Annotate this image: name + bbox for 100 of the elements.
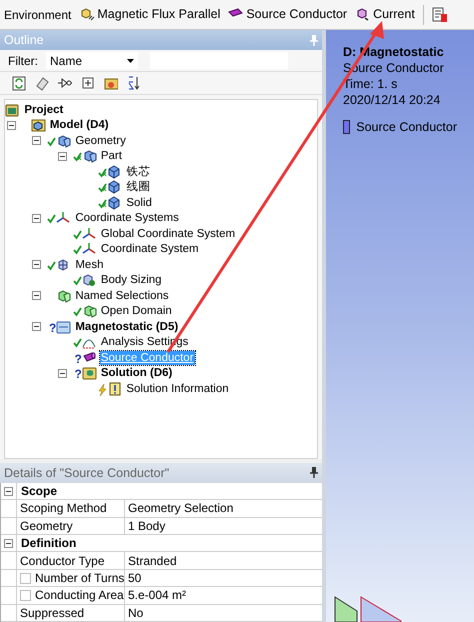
tree-item[interactable]: Coordinate System xyxy=(100,242,200,256)
filter-dropdown[interactable]: Name xyxy=(46,52,138,69)
checkbox[interactable] xyxy=(20,572,31,584)
status-mark: ? xyxy=(74,352,82,365)
minus-icon xyxy=(8,122,14,128)
caret-icon xyxy=(127,58,134,62)
info-icon xyxy=(107,382,122,396)
section-header: Definition xyxy=(16,535,322,552)
minus-icon xyxy=(6,540,11,546)
property-value: No xyxy=(127,604,144,621)
pin-icon xyxy=(310,34,318,46)
expander-toggle[interactable] xyxy=(4,538,13,548)
property-value: Stranded xyxy=(127,552,178,569)
property-value: 1 Body xyxy=(127,518,166,534)
expander-toggle[interactable] xyxy=(32,260,42,270)
expander-toggle[interactable] xyxy=(32,291,42,300)
minus-icon xyxy=(34,138,40,144)
tree-item[interactable]: Model (D4) xyxy=(48,118,110,132)
toolbar-label: Environment xyxy=(4,6,72,24)
property-value: Geometry Selection xyxy=(127,500,234,517)
panel-title: Outline xyxy=(4,32,44,49)
cube-icon xyxy=(79,7,96,22)
tree-item[interactable]: Mesh xyxy=(74,258,104,272)
minus-icon xyxy=(6,488,11,494)
expander-toggle[interactable] xyxy=(58,152,67,161)
status-mark: ? xyxy=(74,368,82,380)
minus-icon xyxy=(34,324,40,330)
cube-icon xyxy=(30,118,46,132)
tree-item[interactable]: Named Selections xyxy=(74,288,170,303)
axes-icon xyxy=(56,211,72,226)
property-label: Number of Turns xyxy=(35,570,124,588)
panel-title: Details of "Source Conductor" xyxy=(4,464,170,482)
cube-icon xyxy=(107,196,122,210)
folder-icon xyxy=(56,320,72,334)
tree-item[interactable]: Coordinate Systems xyxy=(74,211,180,226)
toolbar-button[interactable] xyxy=(12,76,26,90)
toolbar-button[interactable]: Magnetic Flux Parallel xyxy=(79,5,220,24)
toolbar-button[interactable]: Current xyxy=(355,5,415,24)
property-label: Suppressed xyxy=(20,604,84,622)
folder-icon xyxy=(104,76,118,90)
expander-toggle[interactable] xyxy=(32,136,42,146)
tree-item[interactable]: Solution (D6) xyxy=(100,366,174,380)
tree-item[interactable]: Solid xyxy=(125,196,153,210)
tree-item[interactable]: Geometry xyxy=(74,134,127,148)
mesh-icon xyxy=(82,273,97,288)
status-mark: ? xyxy=(49,322,56,334)
report-button[interactable] xyxy=(432,6,448,22)
cube-icon xyxy=(56,134,72,148)
tree-item[interactable]: Body Sizing xyxy=(100,273,163,288)
tree-item[interactable]: Project xyxy=(23,102,64,117)
refresh-icon xyxy=(12,76,26,90)
property-value: 5.e-004 m² xyxy=(127,587,188,604)
folder-icon xyxy=(5,102,20,117)
filter-label: Filter: xyxy=(8,52,38,70)
tree-item[interactable]: Solution Information xyxy=(125,382,230,396)
axes-icon xyxy=(82,242,97,256)
expander-toggle[interactable] xyxy=(58,368,67,378)
minus-icon xyxy=(34,293,40,298)
tree-item[interactable]: 铁芯 xyxy=(125,164,152,179)
expander-toggle[interactable] xyxy=(32,214,42,223)
minus-icon xyxy=(34,216,40,221)
legend-label: Source Conductor xyxy=(356,119,457,136)
tree-item[interactable]: Open Domain xyxy=(100,304,173,318)
tree-item[interactable]: Part xyxy=(100,149,123,164)
expander-toggle[interactable] xyxy=(6,120,16,130)
toolbar-button[interactable] xyxy=(81,76,95,90)
expander-toggle[interactable] xyxy=(32,322,42,332)
viewport-info: Time: 1. s xyxy=(343,76,398,92)
expand-icon xyxy=(81,76,95,90)
toolbar-button[interactable] xyxy=(58,76,72,90)
minus-icon xyxy=(34,262,40,268)
folder-icon xyxy=(82,366,97,380)
property-label: Conducting Area xyxy=(35,587,124,604)
sort-icon xyxy=(127,76,141,90)
property-label: Scoping Method xyxy=(20,500,107,518)
tree-item[interactable]: Magnetostatic (D5) xyxy=(74,320,180,334)
cube-icon xyxy=(107,180,122,194)
cube-icon xyxy=(82,304,97,318)
tree-item[interactable]: 线圈 xyxy=(125,180,152,194)
expander-toggle[interactable] xyxy=(4,486,13,496)
axes-icon xyxy=(82,226,97,241)
model-drawing xyxy=(334,596,402,622)
toolbar-button[interactable] xyxy=(127,76,141,90)
section-header: Scope xyxy=(16,482,322,500)
cube-icon xyxy=(56,288,72,303)
report-icon xyxy=(432,6,448,22)
toolbar-button[interactable]: Source Conductor xyxy=(228,5,348,24)
minus-icon xyxy=(60,370,65,376)
pin-icon xyxy=(310,467,318,478)
node-icon xyxy=(58,76,72,90)
property-label: Conductor Type xyxy=(20,552,104,570)
viewport-info: 2020/12/14 20:24 xyxy=(343,92,442,108)
property-value: 50 xyxy=(127,570,142,586)
minus-icon xyxy=(60,154,65,159)
tree-item[interactable]: Global Coordinate System xyxy=(100,226,236,241)
cube-icon xyxy=(107,164,122,179)
cube-icon xyxy=(82,149,97,164)
checkbox[interactable] xyxy=(20,590,31,601)
eraser-icon xyxy=(35,76,49,90)
property-label: Geometry xyxy=(20,518,73,535)
